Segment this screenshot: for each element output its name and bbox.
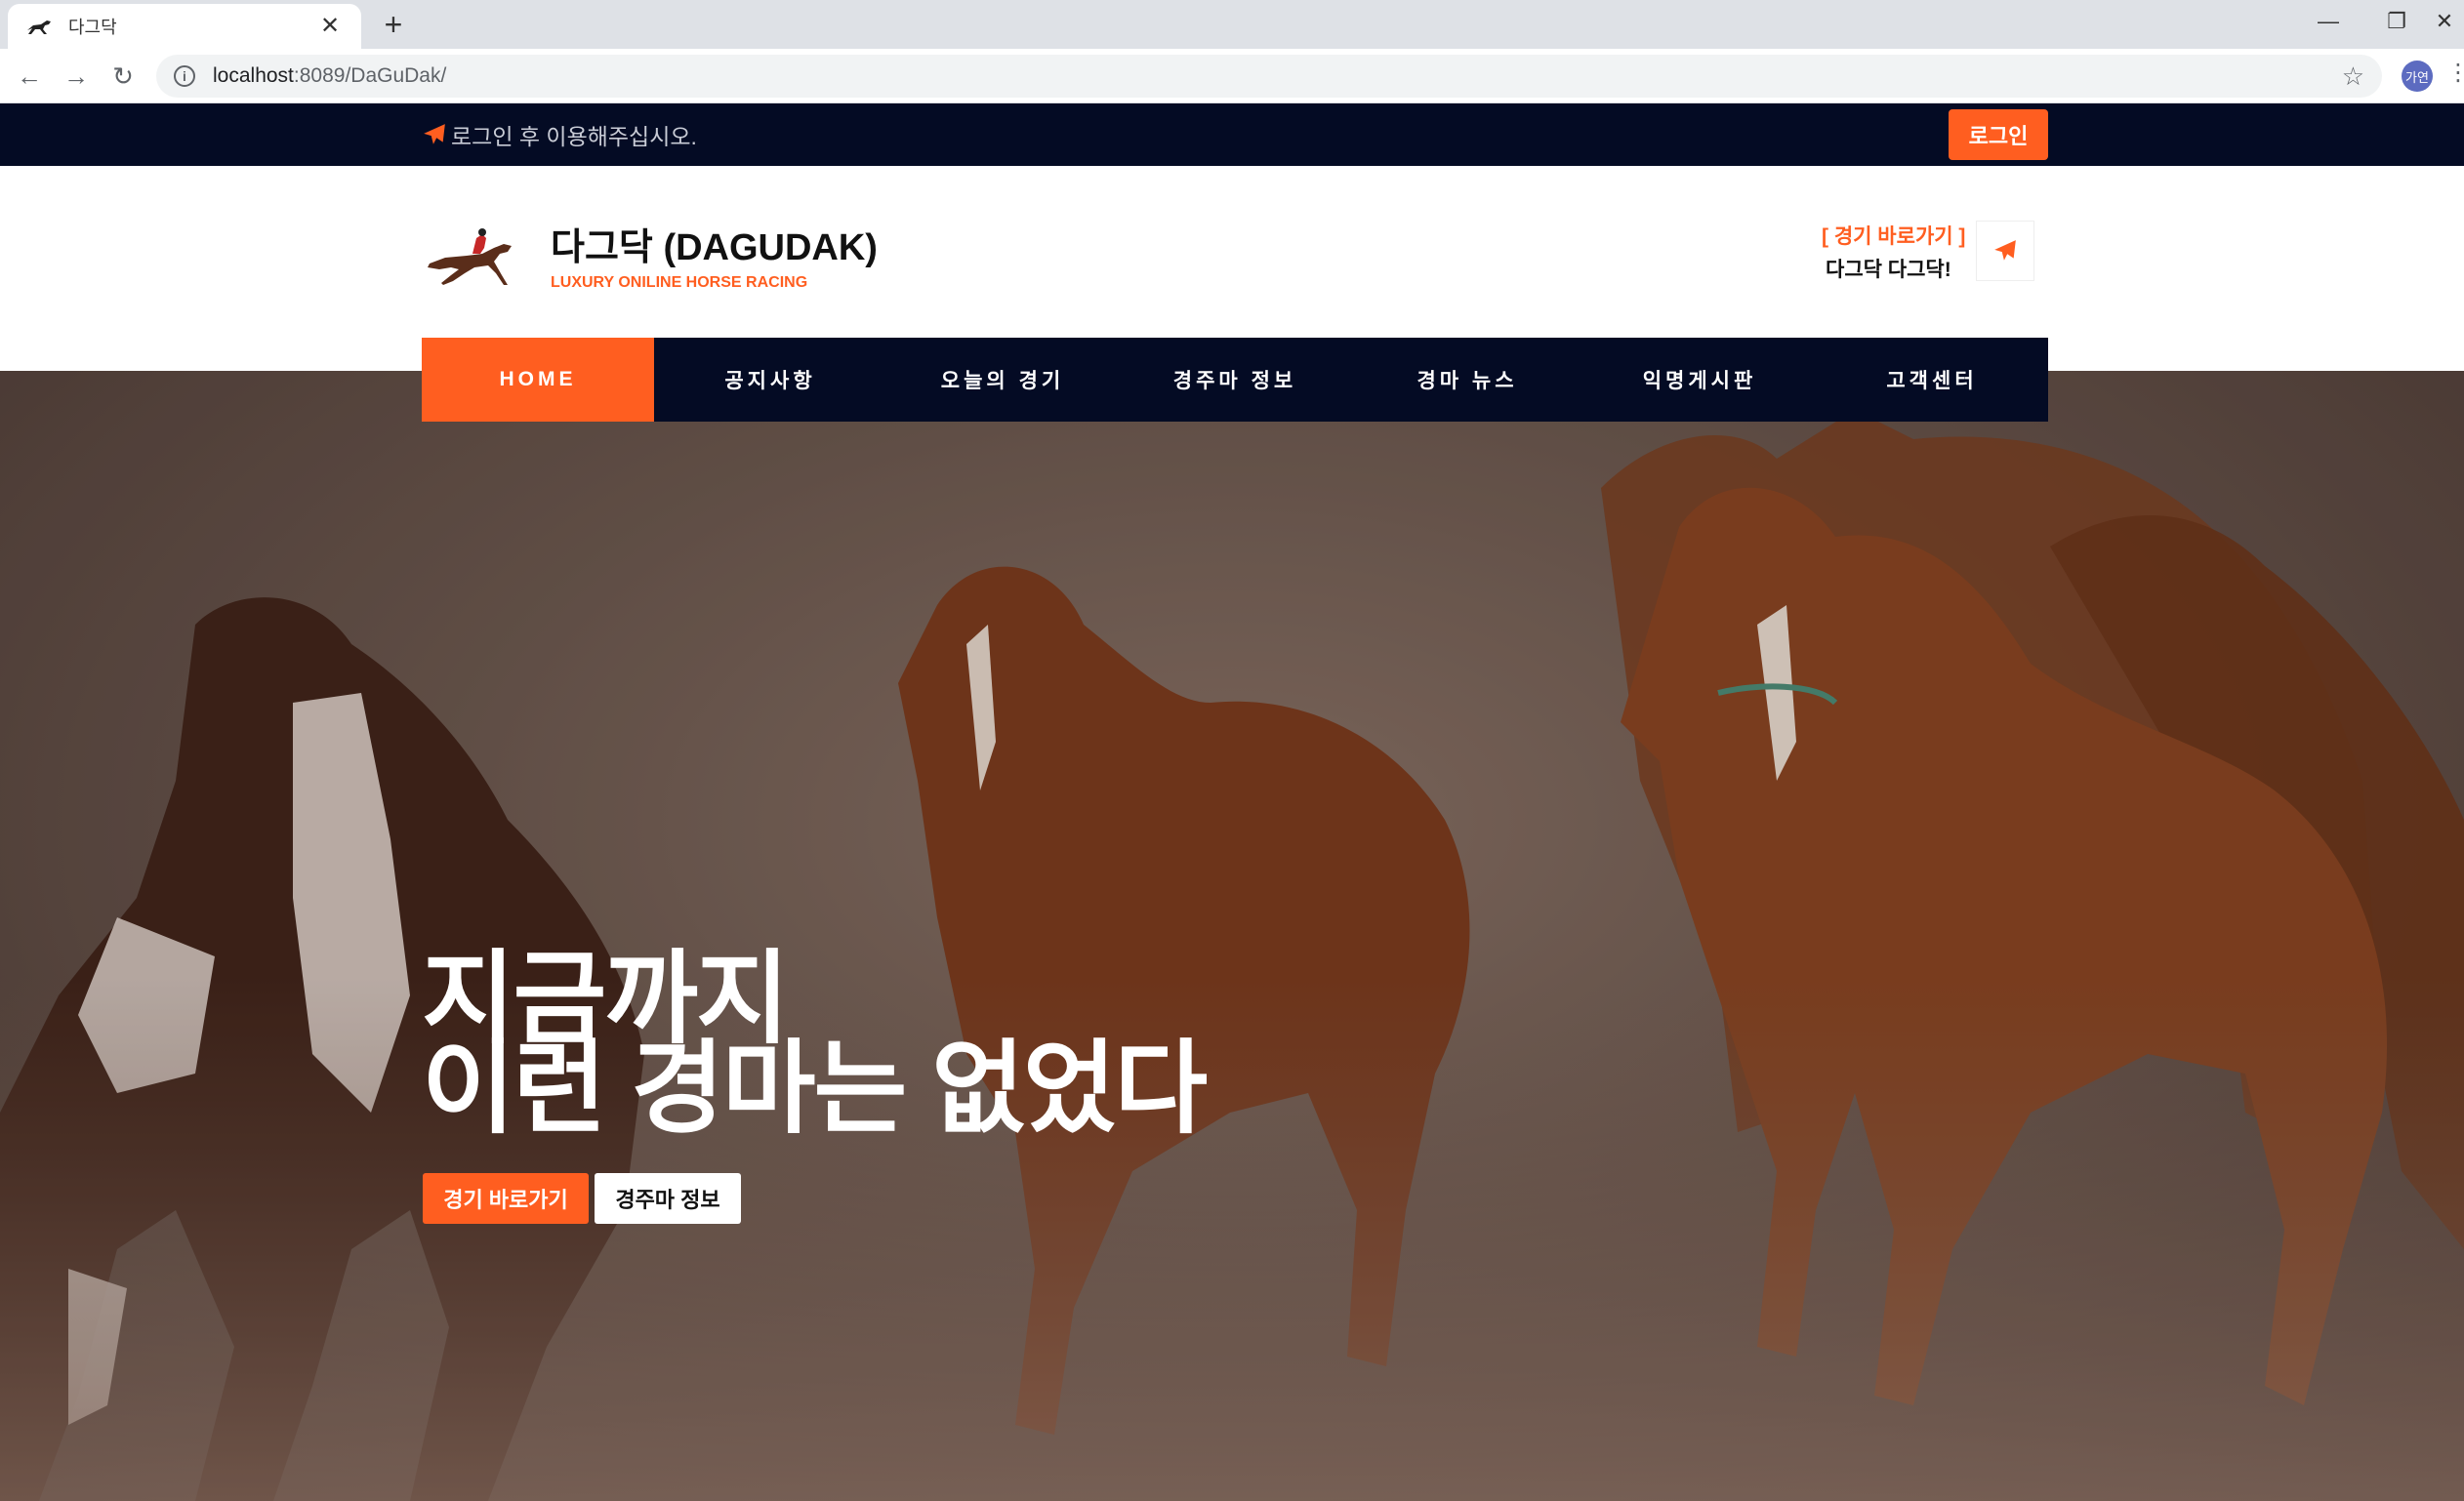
reload-icon[interactable]: ↻ (103, 57, 143, 96)
tab-title: 다그닥 (68, 18, 117, 37)
quick-race-text: 다그닥 다그닥! (1826, 259, 1951, 281)
window-close-icon[interactable]: ✕ (2425, 0, 2464, 43)
go-to-race-button[interactable]: 경기 바로가기 (423, 1173, 589, 1224)
login-button[interactable]: 로그인 (1949, 109, 2048, 160)
paper-plane-icon (1994, 240, 2016, 261)
nav-item-horse-info[interactable]: 경주마 정보 (1119, 338, 1351, 422)
brand-title[interactable]: 다그닥 (DAGUDAK) (551, 217, 878, 270)
site-topbar: 로그인 후 이용해주십시오. (0, 103, 2464, 166)
quick-race-button[interactable] (1976, 221, 2034, 281)
horse-favicon-icon (27, 20, 51, 34)
hero-title: 지금까지 이런 경마는 없었다 (422, 943, 1208, 1146)
tab-close-icon[interactable]: ✕ (316, 15, 344, 38)
nav-item-board[interactable]: 익명게시판 (1583, 338, 1816, 422)
nav-item-news[interactable]: 경마 뉴스 (1351, 338, 1583, 422)
hero-banner: 지금까지 이런 경마는 없었다 경기 바로가기 경주마 정보 (0, 371, 2464, 1501)
url-path: :8089/DaGuDak/ (293, 64, 447, 87)
star-icon[interactable]: ☆ (2342, 61, 2364, 92)
browser-tabstrip: 다그닥 ✕ + — ❐ ✕ (0, 0, 2464, 49)
login-notice-text: 로그인 후 이용해주십시오. (451, 124, 697, 149)
profile-avatar[interactable]: 가연 (2402, 61, 2433, 92)
url-host: localhost (213, 64, 294, 87)
url-input[interactable]: i localhost :8089/DaGuDak/ ☆ (156, 55, 2382, 98)
minimize-icon[interactable]: — (2294, 0, 2362, 43)
nav-item-today-race[interactable]: 오늘의 경기 (886, 338, 1119, 422)
brand-subtitle: LUXURY ONILINE HORSE RACING (551, 274, 808, 291)
info-icon[interactable]: i (174, 65, 195, 87)
quick-race-label[interactable]: [ 경기 바로가기 ] (1822, 221, 1965, 250)
nav-item-home[interactable]: HOME (422, 338, 654, 422)
hero-horses-image (0, 371, 2464, 1501)
address-bar: ← → ↻ i localhost :8089/DaGuDak/ ☆ 가연 ⋮ (0, 49, 2464, 103)
new-tab-button[interactable]: + (379, 8, 408, 41)
forward-icon[interactable]: → (57, 57, 96, 96)
main-nav: HOME 공지사항 오늘의 경기 경주마 정보 경마 뉴스 익명게시판 고객센터 (422, 338, 2048, 422)
hero-title-line1: 지금까지 (422, 943, 790, 1056)
nav-item-notice[interactable]: 공지사항 (654, 338, 886, 422)
restore-icon[interactable]: ❐ (2362, 0, 2431, 43)
paper-plane-icon (424, 124, 445, 144)
horse-info-button[interactable]: 경주마 정보 (595, 1173, 741, 1224)
menu-icon[interactable]: ⋮ (2446, 59, 2464, 87)
nav-item-support[interactable]: 고객센터 (1816, 338, 2048, 422)
hero-title-line2: 이런 경마는 없었다 (422, 1033, 1208, 1146)
horse-jockey-logo-icon[interactable] (424, 224, 525, 289)
login-notice: 로그인 후 이용해주십시오. (422, 103, 697, 166)
back-icon[interactable]: ← (10, 57, 49, 96)
browser-tab[interactable]: 다그닥 ✕ (8, 4, 361, 49)
